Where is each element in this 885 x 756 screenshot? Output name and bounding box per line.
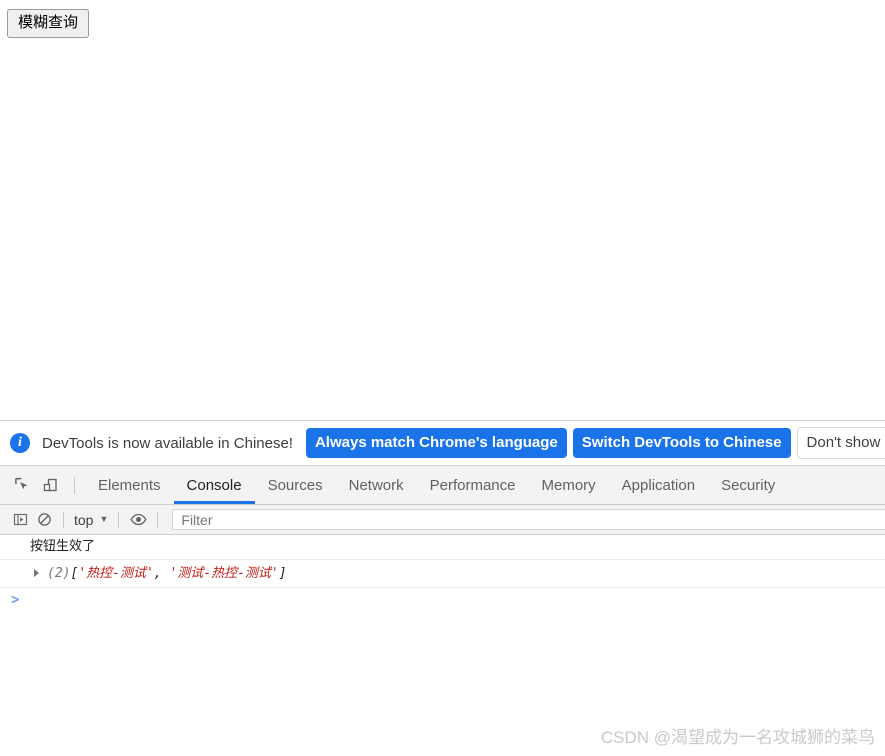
devtools-tabbar: Elements Console Sources Network Perform… (0, 466, 885, 505)
infobar-actions: Always match Chrome's language Switch De… (305, 427, 885, 459)
tab-memory[interactable]: Memory (529, 466, 609, 504)
console-array-preview: (2)['热控-测试', '测试-热控-测试'] (47, 565, 287, 582)
tab-security[interactable]: Security (708, 466, 788, 504)
expand-triangle-icon[interactable] (34, 569, 39, 577)
toolbar-divider (118, 511, 120, 528)
tab-label: Security (721, 476, 776, 494)
array-separator: , (153, 566, 170, 581)
tab-label: Elements (98, 476, 161, 494)
tab-label: Sources (267, 476, 323, 494)
always-match-chrome-language-button[interactable]: Always match Chrome's language (305, 428, 567, 458)
toolbar-divider (157, 511, 159, 528)
array-close-bracket: ] (278, 566, 287, 581)
live-expression-eye-icon[interactable] (126, 508, 150, 532)
tab-performance[interactable]: Performance (417, 466, 529, 504)
dont-show-again-button[interactable]: Don't show again (796, 427, 885, 459)
execution-context-selector[interactable]: top ▼ (71, 512, 111, 528)
device-toolbar-icon[interactable] (36, 471, 64, 499)
console-sidebar-icon[interactable] (8, 508, 32, 532)
tab-elements[interactable]: Elements (85, 466, 174, 504)
array-item-1: '测试-热控-测试' (169, 566, 279, 581)
infobar-message: DevTools is now available in Chinese! (42, 434, 293, 452)
tabbar-divider (74, 476, 75, 494)
page-viewport: 模糊查询 (0, 0, 885, 420)
console-prompt-row[interactable]: > (0, 588, 885, 612)
tab-label: Console (186, 476, 242, 494)
toolbar-divider (63, 511, 64, 528)
chevron-down-icon: ▼ (99, 514, 109, 524)
console-toolbar: top ▼ (0, 505, 885, 535)
tab-label: Performance (429, 476, 516, 494)
array-length-label: (2) (47, 566, 71, 581)
console-message-list: 按钮生效了 (2)['热控-测试', '测试-热控-测试'] > (0, 535, 885, 756)
info-icon: i (10, 433, 30, 453)
tab-network[interactable]: Network (336, 466, 417, 504)
tab-label: Network (348, 476, 404, 494)
console-message-array[interactable]: (2)['热控-测试', '测试-热控-测试'] (0, 560, 885, 588)
execution-context-value: top (74, 511, 94, 528)
console-message-text: 按钮生效了 (30, 539, 96, 554)
devtools-panel: i DevTools is now available in Chinese! … (0, 420, 885, 756)
tab-label: Memory (541, 476, 596, 494)
fuzzy-query-button[interactable]: 模糊查询 (7, 9, 90, 38)
tab-application[interactable]: Application (609, 466, 708, 504)
tab-sources[interactable]: Sources (255, 466, 336, 504)
inspect-element-icon[interactable] (8, 471, 36, 499)
clear-console-icon[interactable] (32, 508, 56, 532)
array-item-0: '热控-测试' (78, 566, 154, 581)
console-filter-input[interactable] (172, 509, 885, 530)
devtools-language-infobar: i DevTools is now available in Chinese! … (0, 421, 885, 466)
console-prompt-caret-icon: > (11, 592, 20, 608)
console-message-log[interactable]: 按钮生效了 (0, 535, 885, 560)
tab-label: Application (621, 476, 696, 494)
browser-window: 模糊查询 i DevTools is now available in Chin… (0, 0, 885, 756)
tab-console[interactable]: Console (173, 466, 255, 504)
switch-devtools-to-chinese-button[interactable]: Switch DevTools to Chinese (572, 428, 791, 458)
